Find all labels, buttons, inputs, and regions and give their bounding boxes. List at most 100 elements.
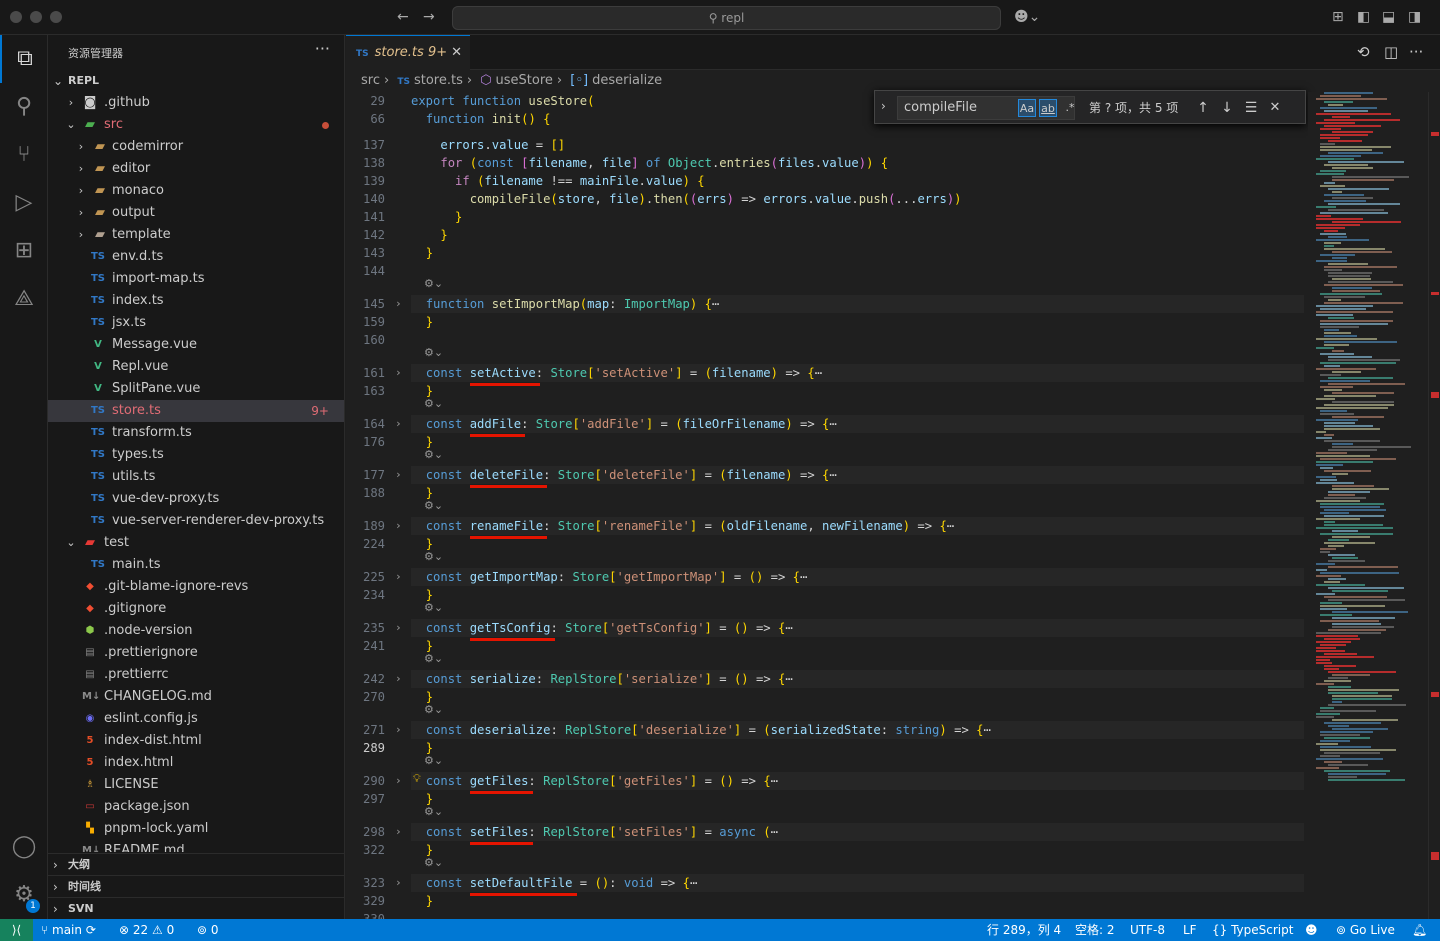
timeline-section[interactable]: › 时间线 — [48, 875, 344, 897]
code-line[interactable]: 177 › const deleteFile: Store['deleteFile… — [346, 466, 1304, 484]
tree-item[interactable]: TS utils.ts — [48, 466, 344, 488]
code-line[interactable]: 271 › const deserialize: ReplStore['deser… — [346, 721, 1304, 739]
code-line[interactable]: 225 › const getImportMap: Store['getImpor… — [346, 568, 1304, 586]
code-line[interactable]: 298 › const setFiles: ReplStore['setFiles… — [346, 823, 1304, 841]
maximize-window-button[interactable] — [50, 11, 62, 23]
codelens-icon[interactable]: ⚙⌄ — [424, 601, 443, 614]
svn-section[interactable]: › SVN — [48, 897, 344, 919]
tree-item[interactable]: › ▰ editor — [48, 158, 344, 180]
code-line[interactable]: 138 for (const [filename, file] of Objec… — [346, 154, 1304, 172]
fold-chevron-icon[interactable]: › — [395, 517, 402, 535]
fold-chevron-icon[interactable]: › — [395, 568, 402, 586]
tree-item[interactable]: TS env.d.ts — [48, 246, 344, 268]
codelens-icon[interactable]: ⚙⌄ — [424, 754, 443, 767]
cursor-position[interactable]: 行 289，列 4 — [987, 919, 1061, 941]
forward-arrow-icon[interactable]: → — [423, 8, 435, 26]
fold-chevron-icon[interactable]: › — [395, 721, 402, 739]
codelens-icon[interactable]: ⚙⌄ — [424, 652, 443, 665]
tree-item[interactable]: ▭ package.json — [48, 796, 344, 818]
codelens-icon[interactable]: ⚙⌄ — [424, 346, 443, 359]
tree-item[interactable]: M↓ CHANGELOG.md — [48, 686, 344, 708]
code-line[interactable]: 234 } — [346, 586, 1304, 604]
branch-indicator[interactable]: ⑂ main ⟳ — [41, 919, 96, 941]
code-line[interactable]: 159 } — [346, 313, 1304, 331]
code-line[interactable]: 143 } — [346, 244, 1304, 262]
code-line[interactable]: 242 › const serialize: ReplStore['seriali… — [346, 670, 1304, 688]
tree-item[interactable]: ◆ .git-blame-ignore-revs — [48, 576, 344, 598]
breadcrumb-file[interactable]: store.ts — [414, 73, 463, 88]
code-line[interactable]: 189 › const renameFile: Store['renameFile… — [346, 517, 1304, 535]
code-line[interactable]: 235 › const getTsConfig: Store['getTsConf… — [346, 619, 1304, 637]
tree-item[interactable]: V Repl.vue — [48, 356, 344, 378]
tree-item[interactable]: TS index.ts — [48, 290, 344, 312]
code-line[interactable]: 163 } — [346, 382, 1304, 400]
encoding[interactable]: UTF-8 — [1130, 919, 1165, 941]
tree-item[interactable]: TS types.ts — [48, 444, 344, 466]
split-editor-icon[interactable]: ◫ — [1384, 43, 1398, 61]
more-actions-icon[interactable]: ··· — [315, 39, 330, 58]
toggle-secondary-sidebar-icon[interactable]: ◨ — [1408, 8, 1421, 26]
fold-chevron-icon[interactable]: › — [395, 295, 402, 313]
code-line[interactable]: 161 › const setActive: Store['setActive']… — [346, 364, 1304, 382]
code-line[interactable]: 164 › const addFile: Store['addFile'] = (… — [346, 415, 1304, 433]
code-line[interactable]: 140 compileFile(store, file).then((errs)… — [346, 190, 1304, 208]
match-word-toggle[interactable]: ab — [1039, 99, 1057, 117]
customize-layout-icon[interactable]: ⊞ — [1332, 8, 1344, 26]
source-control-icon[interactable]: ⑂ — [0, 131, 48, 179]
codelens-icon[interactable]: ⚙⌄ — [424, 448, 443, 461]
tree-item[interactable]: › ▰ monaco — [48, 180, 344, 202]
code-line[interactable]: 160 — [346, 331, 1304, 349]
chevron-right-icon[interactable]: › — [881, 99, 886, 113]
tab-store-ts[interactable]: TS store.ts 9+ ✕ — [346, 35, 470, 70]
tree-item[interactable]: › ▰ template — [48, 224, 344, 246]
tree-item[interactable]: TS store.ts 9+ — [48, 400, 344, 422]
tree-item[interactable]: TS jsx.ts — [48, 312, 344, 334]
settings-gear-icon[interactable]: ⚙ 1 — [0, 871, 48, 919]
outline-section[interactable]: › 大纲 — [48, 853, 344, 875]
tree-item[interactable]: TS transform.ts — [48, 422, 344, 444]
end-of-line[interactable]: LF — [1183, 919, 1197, 941]
fold-chevron-icon[interactable]: › — [395, 466, 402, 484]
tree-item[interactable]: TS vue-dev-proxy.ts — [48, 488, 344, 510]
tree-item[interactable]: ⌄ ▰ src — [48, 114, 344, 136]
fold-chevron-icon[interactable]: › — [395, 823, 402, 841]
tree-item[interactable]: ◉ eslint.config.js — [48, 708, 344, 730]
breadcrumb-symbol[interactable]: deserialize — [592, 73, 662, 88]
tree-item[interactable]: ⬢ .node-version — [48, 620, 344, 642]
fold-chevron-icon[interactable]: › — [395, 772, 402, 790]
codelens-icon[interactable]: ⚙⌄ — [424, 499, 443, 512]
codelens-icon[interactable]: ⚙⌄ — [424, 550, 443, 563]
code-line[interactable]: 270 } — [346, 688, 1304, 706]
run-debug-icon[interactable]: ▷ — [0, 179, 48, 227]
toggle-panel-icon[interactable]: ⬓ — [1382, 8, 1395, 26]
code-line[interactable]: 176 } — [346, 433, 1304, 451]
minimize-window-button[interactable] — [30, 11, 42, 23]
close-tab-icon[interactable]: ✕ — [451, 36, 462, 70]
code-line[interactable]: 322 } — [346, 841, 1304, 859]
back-arrow-icon[interactable]: ← — [397, 8, 409, 26]
ports-indicator[interactable]: ⊚ 0 — [197, 919, 219, 941]
remote-indicator-icon[interactable]: ⟩⟨ — [0, 919, 33, 941]
fold-chevron-icon[interactable]: › — [395, 619, 402, 637]
tree-item[interactable]: ▚ pnpm-lock.yaml — [48, 818, 344, 840]
tree-item[interactable]: TS vue-server-renderer-dev-proxy.ts — [48, 510, 344, 532]
tree-item[interactable]: 5 index.html — [48, 752, 344, 774]
code-line[interactable]: 141 } — [346, 208, 1304, 226]
lightbulb-icon[interactable]: 💡︎ — [413, 772, 421, 786]
language-mode[interactable]: {} TypeScript — [1212, 919, 1293, 941]
search-view-icon[interactable]: ⚲ — [0, 83, 48, 131]
code-line[interactable]: 188 } — [346, 484, 1304, 502]
toggle-sidebar-icon[interactable]: ◧ — [1357, 8, 1370, 26]
code-line[interactable]: 289 } — [346, 739, 1304, 757]
next-match-icon[interactable]: ↓ — [1219, 99, 1235, 117]
fold-chevron-icon[interactable]: › — [395, 415, 402, 433]
code-line[interactable]: 142 } — [346, 226, 1304, 244]
code-line[interactable]: 139 if (filename !== mainFile.value) { — [346, 172, 1304, 190]
code-line[interactable]: 323 › const setDefaultFile = (): void => … — [346, 874, 1304, 892]
code-editor[interactable]: 29 export function useStore(66 function i… — [346, 92, 1304, 919]
code-line[interactable]: 144 — [346, 262, 1304, 280]
tree-item[interactable]: TS main.ts — [48, 554, 344, 576]
fold-chevron-icon[interactable]: › — [395, 874, 402, 892]
tree-item[interactable]: M↓ README.md — [48, 840, 344, 852]
code-line[interactable]: 297 } — [346, 790, 1304, 808]
